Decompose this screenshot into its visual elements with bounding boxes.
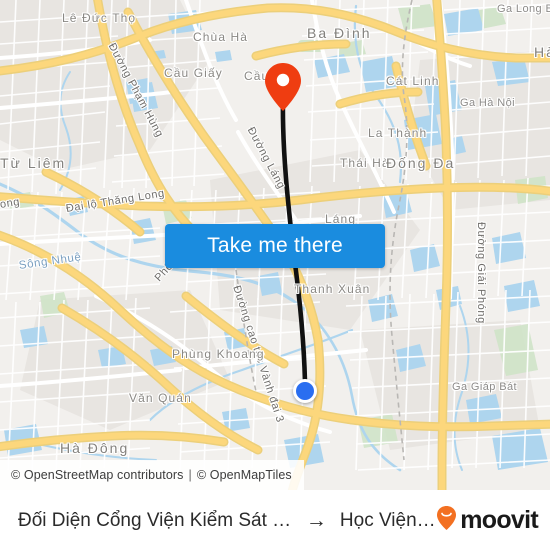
osm-attribution-link[interactable]: © OpenStreetMap contributors xyxy=(11,468,184,482)
destination-pin[interactable] xyxy=(264,62,302,112)
take-me-there-button[interactable]: Take me there xyxy=(165,224,385,268)
map-canvas[interactable]: Lê Đức ThọChùa HàBa ĐìnhGa Long BiCầu Gi… xyxy=(0,0,550,490)
moovit-wordmark: moovit xyxy=(460,506,538,534)
trip-footer: Đối Diện Cổng Viện Kiểm Sát Nhân ... → H… xyxy=(0,490,550,550)
openmaptiles-attribution-link[interactable]: © OpenMapTiles xyxy=(197,468,292,482)
map-attribution: © OpenStreetMap contributors | © OpenMap… xyxy=(0,460,304,490)
attribution-separator: | xyxy=(188,468,192,482)
origin-dot[interactable] xyxy=(293,379,317,403)
trip-origin-label: Đối Diện Cổng Viện Kiểm Sát Nhân ... xyxy=(18,509,295,531)
arrow-right-icon: → xyxy=(305,509,327,532)
moovit-pin-icon xyxy=(436,505,457,536)
moovit-logo[interactable]: moovit xyxy=(436,505,539,536)
trip-destination-label: Học Viện N... xyxy=(339,509,436,531)
map-screen: Lê Đức ThọChùa HàBa ĐìnhGa Long BiCầu Gi… xyxy=(0,0,550,550)
